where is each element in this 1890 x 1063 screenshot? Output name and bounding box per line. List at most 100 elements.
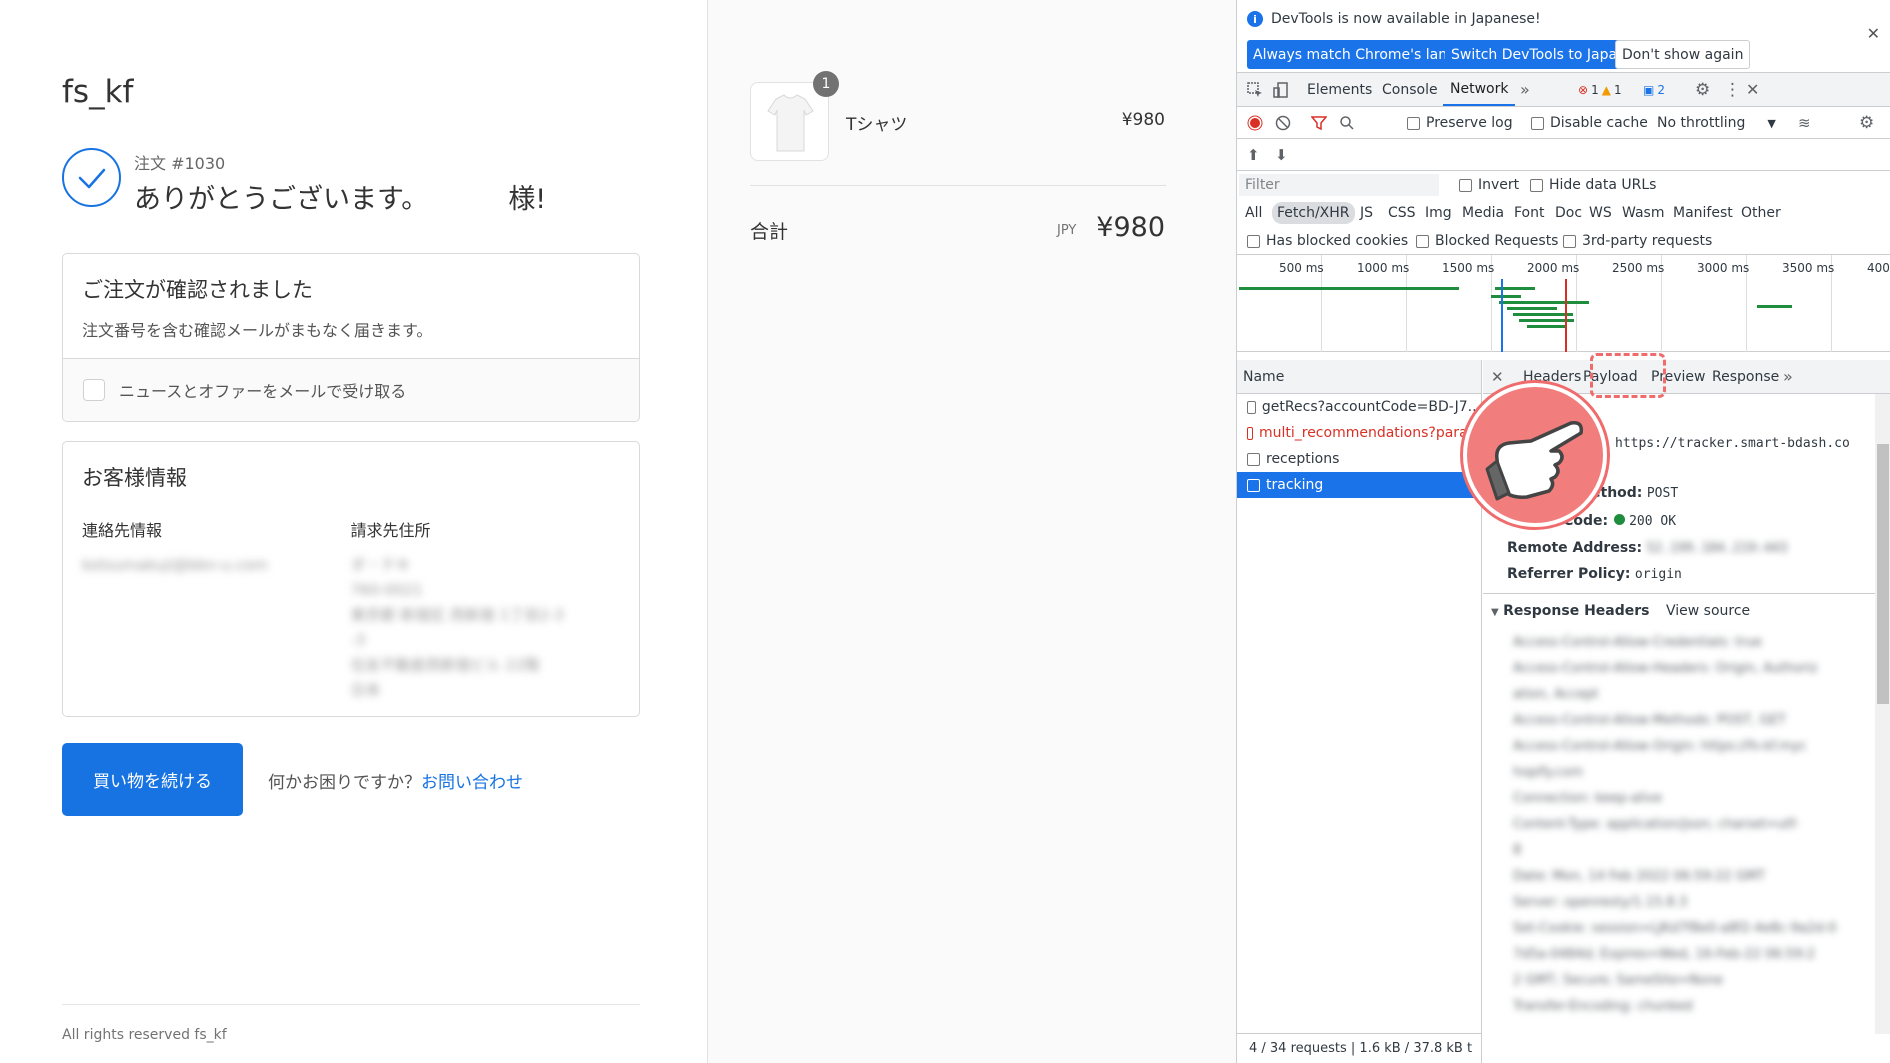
type-css[interactable]: CSS	[1388, 199, 1416, 227]
billing-address-blurred: ダ・テキ 760-0021 東京都 新宿区 西新宿 1丁目2-3 -3 住友不動…	[350, 556, 564, 699]
search-icon[interactable]	[1339, 107, 1355, 139]
message-icon: ▣	[1643, 82, 1655, 97]
order-status-panel: fs_kf 注文 #1030 ありがとうございます。 様! ご注文が確認されました…	[0, 0, 707, 1063]
requests-summary: 4 / 34 requests | 1.6 kB / 37.8 kB t	[1237, 1033, 1482, 1063]
help-text: 何かお困りですか？お問い合わせ	[268, 773, 523, 793]
type-font[interactable]: Font	[1514, 199, 1544, 227]
newsletter-checkbox[interactable]	[83, 379, 105, 401]
confirmed-title: ご注文が確認されました	[82, 278, 313, 302]
contact-email-blurred: kotsumakuji@bbn-u.com	[82, 556, 268, 574]
customer-info-box: お客様情報 連絡先情報 kotsumakuji@bbn-u.com 請求先住所 …	[62, 441, 640, 717]
request-row-selected[interactable]: tracking	[1237, 472, 1481, 498]
type-manifest[interactable]: Manifest	[1673, 199, 1733, 227]
tab-network[interactable]: Network	[1443, 73, 1516, 106]
resource-type-filter: All Fetch/XHR JS CSS Img Media Font Doc …	[1237, 199, 1890, 227]
device-toolbar-icon[interactable]	[1273, 73, 1289, 106]
inspect-icon[interactable]	[1247, 73, 1263, 106]
hide-data-urls-option[interactable]: Hide data URLs	[1530, 171, 1656, 199]
tab-elements[interactable]: Elements	[1307, 73, 1372, 106]
infobar-message: DevTools is now available in Japanese!	[1271, 11, 1541, 27]
export-har-icon[interactable]: ⬇	[1275, 139, 1288, 171]
network-toolbar: Preserve log Disable cache No throttling…	[1237, 107, 1890, 139]
disable-cache-option[interactable]: Disable cache	[1531, 107, 1648, 139]
dont-show-button[interactable]: Don't show again	[1615, 40, 1751, 69]
billing-header: 請求先住所	[350, 521, 431, 540]
load-event-line	[1565, 279, 1567, 352]
messages-counter[interactable]: ▣ 2	[1643, 73, 1665, 106]
network-conditions-icon[interactable]: ≋	[1798, 107, 1811, 139]
kebab-menu-icon[interactable]: ⋮	[1724, 73, 1741, 106]
preserve-log-checkbox[interactable]	[1407, 116, 1420, 130]
issues-counter[interactable]: ⊗ 1 ▲ 1	[1578, 73, 1625, 106]
third-party-checkbox[interactable]	[1563, 234, 1576, 248]
invert-checkbox[interactable]	[1459, 178, 1472, 192]
waterfall-bar	[1757, 305, 1792, 308]
product-name: Tシャツ	[846, 115, 908, 135]
more-detail-tabs-icon[interactable]: »	[1783, 360, 1793, 393]
blocked-cookies-option[interactable]: Has blocked cookies	[1247, 227, 1408, 255]
blocked-requests-checkbox[interactable]	[1416, 234, 1429, 248]
tick-label: 400	[1867, 261, 1890, 275]
disable-cache-checkbox[interactable]	[1531, 116, 1544, 130]
tick-label: 500 ms	[1279, 261, 1324, 275]
waterfall-bar	[1507, 307, 1557, 310]
tick-label: 1000 ms	[1357, 261, 1410, 275]
preserve-log-option[interactable]: Preserve log	[1407, 107, 1513, 139]
summary-divider	[750, 185, 1166, 186]
filter-input[interactable]: Filter	[1239, 174, 1439, 196]
close-devtools-icon[interactable]: ✕	[1746, 73, 1759, 106]
type-js[interactable]: JS	[1360, 199, 1373, 227]
blocked-filter-row: Has blocked cookies Blocked Requests 3rd…	[1237, 227, 1890, 255]
blocked-requests-option[interactable]: Blocked Requests	[1416, 227, 1558, 255]
detail-scrollbar[interactable]	[1875, 394, 1890, 1034]
type-img[interactable]: Img	[1425, 199, 1452, 227]
clear-icon[interactable]	[1275, 107, 1291, 139]
request-row[interactable]: multi_recommendations?para...	[1237, 420, 1481, 446]
hide-data-urls-checkbox[interactable]	[1530, 178, 1543, 192]
type-fetch-xhr[interactable]: Fetch/XHR	[1272, 202, 1355, 224]
thanks-heading: ありがとうございます。 様!	[134, 177, 546, 216]
request-row[interactable]: receptions	[1237, 446, 1481, 472]
waterfall-bar	[1239, 287, 1459, 290]
store-name[interactable]: fs_kf	[62, 74, 133, 110]
screen: fs_kf 注文 #1030 ありがとうございます。 様! ご注文が確認されました…	[0, 0, 1890, 1063]
blocked-cookies-checkbox[interactable]	[1247, 234, 1260, 248]
response-headers-section[interactable]: ▼ Response Headers	[1491, 603, 1650, 619]
type-media[interactable]: Media	[1462, 199, 1504, 227]
invert-option[interactable]: Invert	[1459, 171, 1519, 199]
settings-gear-icon[interactable]: ⚙	[1695, 73, 1710, 106]
chevron-down-icon: ▼	[1767, 116, 1776, 130]
type-other[interactable]: Other	[1741, 199, 1781, 227]
close-icon[interactable]: ✕	[1867, 24, 1880, 43]
third-party-option[interactable]: 3rd-party requests	[1563, 227, 1712, 255]
newsletter-label[interactable]: ニュースとオファーをメールで受け取る	[119, 378, 406, 402]
request-row[interactable]: getRecs?accountCode=BD-J7...	[1237, 394, 1481, 420]
view-source-link[interactable]: View source	[1666, 603, 1750, 619]
throttling-select[interactable]: No throttling ▼	[1657, 107, 1776, 139]
filter-icon[interactable]	[1311, 107, 1327, 139]
tab-response[interactable]: Response	[1712, 360, 1779, 393]
contact-link[interactable]: お問い合わせ	[421, 773, 523, 793]
type-wasm[interactable]: Wasm	[1622, 199, 1664, 227]
thanks-text: ありがとうございます。	[134, 184, 429, 215]
request-url-value: https://tracker.smart-bdash.co	[1615, 436, 1850, 451]
more-tabs-icon[interactable]: »	[1520, 73, 1530, 106]
network-overview-timeline[interactable]: 500 ms 1000 ms 1500 ms 2000 ms 2500 ms 3…	[1237, 255, 1890, 352]
network-settings-gear-icon[interactable]: ⚙	[1859, 107, 1874, 139]
response-headers-divider	[1483, 593, 1875, 594]
customer-info-title: お客様情報	[82, 466, 187, 490]
name-column-header[interactable]: Name	[1237, 360, 1481, 394]
type-all[interactable]: All	[1245, 199, 1262, 227]
waterfall-bar	[1527, 325, 1567, 328]
newsletter-row[interactable]: ニュースとオファーをメールで受け取る	[63, 359, 639, 421]
tick-label: 2000 ms	[1527, 261, 1580, 275]
tab-console[interactable]: Console	[1382, 73, 1438, 106]
continue-shopping-button[interactable]: 買い物を続ける	[62, 743, 243, 816]
type-doc[interactable]: Doc	[1555, 199, 1582, 227]
waterfall-bar	[1513, 313, 1573, 316]
scrollbar-thumb[interactable]	[1877, 444, 1889, 704]
thanks-suffix: 様!	[508, 184, 547, 215]
import-har-icon[interactable]: ⬆	[1247, 139, 1260, 171]
record-icon[interactable]	[1247, 107, 1263, 139]
type-ws[interactable]: WS	[1589, 199, 1612, 227]
